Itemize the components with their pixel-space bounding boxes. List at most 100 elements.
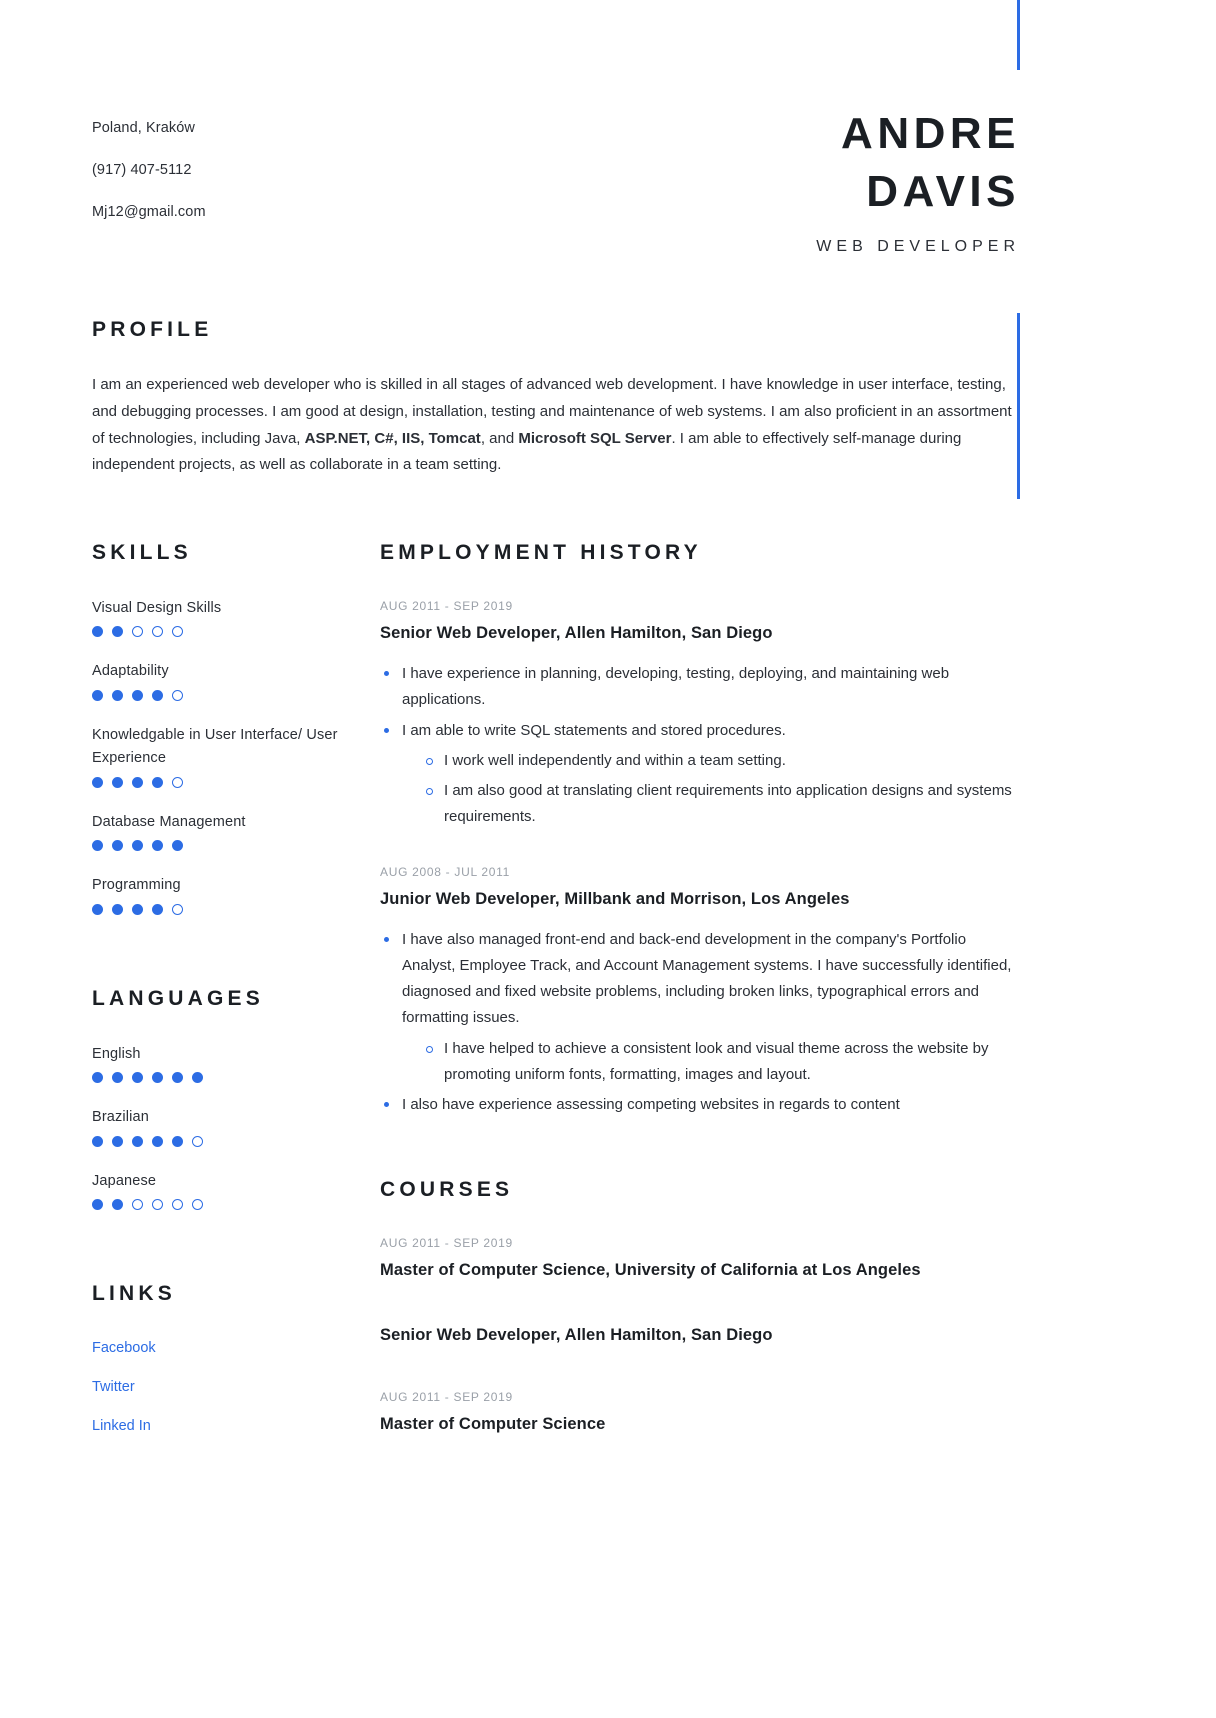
bullet-text: I have experience in planning, developin…	[402, 665, 950, 709]
rating-dot	[92, 1072, 103, 1084]
rating-dots	[92, 776, 380, 788]
rating-dot	[92, 626, 103, 638]
rated-item: Brazilian	[92, 1106, 380, 1147]
rating-dot	[192, 1135, 203, 1147]
courses-section: COURSES AUG 2011 - SEP 2019 Master of Com…	[380, 1178, 1020, 1435]
entry-date: AUG 2011 - SEP 2019	[380, 1389, 513, 1404]
rating-dot	[172, 903, 183, 915]
rated-item: Programming	[92, 874, 380, 915]
contact-email: Mj12@gmail.com	[92, 203, 206, 220]
rated-item: Adaptability	[92, 660, 380, 701]
entry-title: Senior Web Developer, Allen Hamilton, Sa…	[380, 623, 773, 642]
rating-dot	[172, 776, 183, 788]
profile-section: PROFILE I am an experienced web develope…	[0, 318, 1216, 479]
rating-dot	[172, 626, 183, 638]
rating-dot	[132, 776, 143, 788]
rating-dot	[92, 776, 103, 788]
first-name: ANDRE	[841, 109, 1020, 158]
rating-dot	[92, 903, 103, 915]
employment-section: EMPLOYMENT HISTORY AUG 2011 - SEP 2019 Se…	[380, 541, 1020, 1118]
link-item[interactable]: Twitter	[92, 1377, 380, 1399]
rating-dot	[132, 903, 143, 915]
sub-bullet-list: I have helped to achieve a consistent lo…	[402, 1036, 1020, 1089]
rating-dot	[112, 689, 123, 701]
left-column: SKILLS Visual Design Skills Adaptability K…	[92, 541, 380, 1455]
rating-dot	[132, 1199, 143, 1211]
rated-item: English	[92, 1043, 380, 1084]
courses-heading: COURSES	[380, 1178, 514, 1202]
rating-dot	[172, 1072, 183, 1084]
profile-bold-tech: ASP.NET, C#, IIS, Tomcat	[304, 429, 481, 447]
rating-dot	[132, 626, 143, 638]
rating-dot	[112, 776, 123, 788]
rating-dot	[132, 1072, 143, 1084]
employment-heading: EMPLOYMENT HISTORY	[380, 540, 702, 564]
profile-text-part2: , and	[480, 429, 519, 447]
sub-bullet: I work well independently and within a t…	[422, 748, 1020, 774]
body-columns: SKILLS Visual Design Skills Adaptability K…	[0, 541, 1216, 1455]
entry-date: AUG 2011 - SEP 2019	[380, 1236, 513, 1251]
courses-entries: AUG 2011 - SEP 2019 Master of Computer Sc…	[380, 1236, 1020, 1435]
rated-item-label: Programming	[92, 877, 181, 894]
rating-dot	[112, 903, 123, 915]
rating-dot	[92, 689, 103, 701]
rating-dot	[192, 1199, 203, 1211]
bullet-text: I am able to write SQL statements and st…	[402, 721, 786, 739]
rating-dot	[192, 1072, 203, 1084]
accent-rule-middle	[1017, 313, 1020, 499]
links-heading: LINKS	[92, 1282, 176, 1306]
languages-section: LANGUAGES English Brazilian Japanese	[92, 987, 380, 1211]
rated-item: Database Management	[92, 811, 380, 852]
rating-dot	[132, 689, 143, 701]
profile-heading: PROFILE	[92, 318, 213, 342]
entry-date: AUG 2008 - JUL 2011	[380, 864, 511, 879]
rating-dot	[172, 840, 183, 852]
rating-dots	[92, 1135, 380, 1147]
sub-bullet: I have helped to achieve a consistent lo…	[422, 1036, 1020, 1089]
sub-bullet-list: I work well independently and within a t…	[402, 748, 1020, 831]
bullet: I have also managed front-end and back-e…	[380, 927, 1020, 1089]
rated-item: Japanese	[92, 1170, 380, 1211]
skills-heading: SKILLS	[92, 540, 192, 564]
rating-dot	[172, 689, 183, 701]
rated-item-label: Visual Design Skills	[92, 599, 222, 616]
bullet-text: I have also managed front-end and back-e…	[402, 930, 1012, 1027]
languages-list: English Brazilian Japanese	[92, 1043, 380, 1211]
rating-dot	[112, 626, 123, 638]
rating-dots	[92, 689, 380, 701]
rating-dots	[92, 903, 380, 915]
contact-block: Poland, Kraków (917) 407-5112 Mj12@gmail…	[92, 105, 206, 245]
rating-dot	[92, 1135, 103, 1147]
entry-title: Junior Web Developer, Millbank and Morri…	[380, 889, 850, 908]
sub-bullet: I am also good at translating client req…	[422, 778, 1020, 831]
rating-dot	[112, 1199, 123, 1211]
bullet: I have experience in planning, developin…	[380, 661, 1020, 714]
employment-entries: AUG 2011 - SEP 2019 Senior Web Developer,…	[380, 599, 1020, 1118]
rating-dot	[112, 840, 123, 852]
link-item[interactable]: Linked In	[92, 1416, 380, 1438]
rating-dots	[92, 1199, 380, 1211]
bullet: I am able to write SQL statements and st…	[380, 718, 1020, 831]
rated-item-label: English	[92, 1045, 141, 1062]
rating-dot	[172, 1135, 183, 1147]
course-entry: AUG 2011 - SEP 2019 Master of Computer Sc…	[380, 1390, 1020, 1436]
rating-dot	[152, 1199, 163, 1211]
resume-page: Poland, Kraków (917) 407-5112 Mj12@gmail…	[0, 0, 1216, 1718]
rated-item-label: Adaptability	[92, 663, 169, 680]
profile-text: I am an experienced web developer who is…	[92, 372, 1020, 479]
entry-title: Master of Computer Science	[380, 1414, 606, 1433]
right-column: EMPLOYMENT HISTORY AUG 2011 - SEP 2019 Se…	[380, 541, 1020, 1436]
skills-list: Visual Design Skills Adaptability Knowledg…	[92, 597, 380, 915]
link-item[interactable]: Facebook	[92, 1338, 380, 1360]
entry-title: Master of Computer Science, University o…	[380, 1261, 921, 1280]
rating-dot	[92, 840, 103, 852]
rating-dot	[152, 626, 163, 638]
last-name: DAVIS	[866, 167, 1020, 217]
rated-item-label: Database Management	[92, 813, 246, 830]
course-entry: Senior Web Developer, Allen Hamilton, Sa…	[380, 1324, 1020, 1347]
rating-dot	[152, 776, 163, 788]
employment-entry: AUG 2008 - JUL 2011 Junior Web Developer,…	[380, 865, 1020, 1119]
rating-dot	[152, 1072, 163, 1084]
resume-header: Poland, Kraków (917) 407-5112 Mj12@gmail…	[0, 0, 1216, 256]
rating-dot	[92, 1199, 103, 1211]
